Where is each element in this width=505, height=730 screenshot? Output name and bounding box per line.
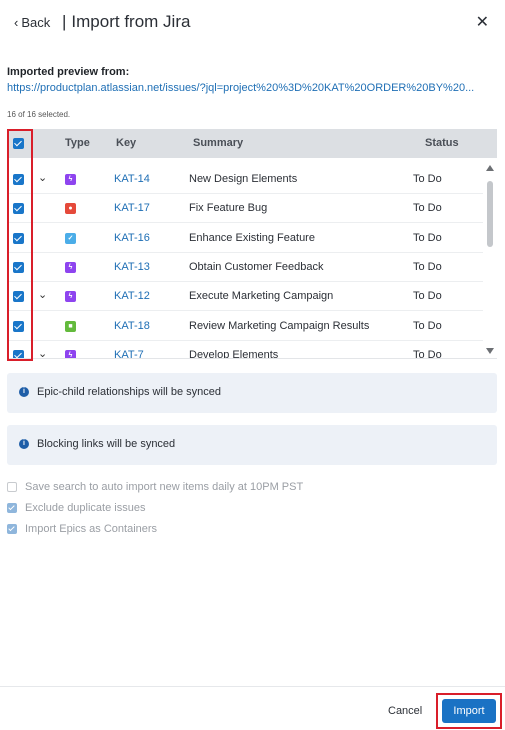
issue-summary: Review Marketing Campaign Results [189, 320, 370, 332]
blocking-info-text: Blocking links will be synced [37, 438, 176, 450]
back-label: Back [21, 15, 51, 30]
blocking-info-banner: i Blocking links will be synced [7, 425, 497, 465]
dialog-title: | Import from Jira [62, 12, 190, 32]
issue-key[interactable]: KAT-12 [114, 290, 150, 302]
title-separator: | [62, 12, 67, 31]
scroll-down-icon[interactable] [486, 348, 494, 354]
story-icon: ■ [65, 321, 76, 332]
epics-as-containers-label: Import Epics as Containers [25, 523, 158, 535]
import-button-highlight: Import [436, 693, 502, 729]
chevron-down-icon[interactable]: ⌄ [38, 171, 47, 184]
epic-icon: ϟ [65, 174, 76, 185]
epic-icon: ϟ [65, 350, 76, 358]
auto-import-label: Save search to auto import new items dai… [25, 481, 304, 493]
table-row[interactable]: ■ KAT-18 Review Marketing Campaign Resul… [7, 311, 483, 341]
issue-key[interactable]: KAT-7 [114, 349, 144, 358]
task-icon: ✓ [65, 233, 76, 244]
bug-icon: ● [65, 203, 76, 214]
auto-import-checkbox[interactable] [7, 482, 17, 492]
header-type: Type [65, 137, 90, 149]
issue-summary: New Design Elements [189, 173, 298, 185]
table-row[interactable]: ϟ KAT-13 Obtain Customer Feedback To Do [7, 252, 483, 282]
issue-summary: Develop Elements [189, 349, 279, 359]
info-icon: i [19, 387, 29, 397]
chevron-down-icon[interactable]: ⌄ [38, 347, 47, 358]
info-icon: i [19, 439, 29, 449]
issue-summary: Fix Feature Bug [189, 202, 268, 214]
option-exclude-duplicates[interactable]: Exclude duplicate issues [7, 502, 145, 514]
option-auto-import[interactable]: Save search to auto import new items dai… [7, 481, 303, 493]
cancel-button[interactable]: Cancel [388, 705, 422, 717]
exclude-duplicates-checkbox[interactable] [7, 503, 17, 513]
dialog-header: ‹ Back | Import from Jira ✕ [0, 0, 505, 46]
issues-table: Type Key Summary Status ⌄ ϟ KAT-14 New D… [7, 129, 497, 359]
checkbox-column-highlight [7, 129, 33, 361]
import-button[interactable]: Import [442, 699, 496, 723]
title-text: Import from Jira [71, 12, 191, 31]
table-header: Type Key Summary Status [7, 129, 497, 158]
selected-count: 16 of 16 selected. [7, 110, 71, 119]
issue-key[interactable]: KAT-14 [114, 173, 150, 185]
issue-key[interactable]: KAT-17 [114, 202, 150, 214]
issue-status: To Do [413, 261, 442, 273]
issue-summary: Obtain Customer Feedback [189, 261, 324, 273]
table-row[interactable]: ✓ KAT-16 Enhance Existing Feature To Do [7, 223, 483, 253]
epic-child-info-text: Epic-child relationships will be synced [37, 386, 222, 398]
issue-summary: Enhance Existing Feature [189, 232, 315, 244]
table-row[interactable]: ⌄ ϟ KAT-14 New Design Elements To Do [7, 164, 483, 194]
preview-url-link[interactable]: https://productplan.atlassian.net/issues… [7, 82, 493, 94]
epics-as-containers-checkbox[interactable] [7, 524, 17, 534]
epic-icon: ϟ [65, 262, 76, 273]
issue-status: To Do [413, 232, 442, 244]
issue-key[interactable]: KAT-18 [114, 320, 150, 332]
issue-summary: Execute Marketing Campaign [189, 290, 334, 302]
close-icon[interactable]: ✕ [476, 12, 489, 32]
header-summary: Summary [193, 137, 244, 149]
preview-label: Imported preview from: [7, 66, 130, 78]
footer-divider [0, 686, 505, 687]
scroll-thumb[interactable] [487, 181, 493, 247]
epic-icon: ϟ [65, 291, 76, 302]
scroll-up-icon[interactable] [486, 165, 494, 171]
issue-status: To Do [413, 349, 442, 359]
issue-status: To Do [413, 173, 442, 185]
issue-key[interactable]: KAT-13 [114, 261, 150, 273]
table-row[interactable]: ⌄ ϟ KAT-12 Execute Marketing Campaign To… [7, 281, 483, 311]
exclude-duplicates-label: Exclude duplicate issues [25, 502, 146, 514]
chevron-left-icon: ‹ [14, 15, 19, 30]
issue-status: To Do [413, 320, 442, 332]
epic-child-info-banner: i Epic-child relationships will be synce… [7, 373, 497, 413]
issue-key[interactable]: KAT-16 [114, 232, 150, 244]
chevron-down-icon[interactable]: ⌄ [38, 288, 47, 301]
table-row[interactable]: ⌄ ϟ KAT-7 Develop Elements To Do [7, 340, 483, 359]
issue-status: To Do [413, 202, 442, 214]
header-status: Status [425, 137, 459, 149]
table-scrollbar[interactable] [483, 158, 497, 358]
header-key: Key [116, 137, 137, 149]
issue-status: To Do [413, 290, 442, 302]
option-epics-as-containers[interactable]: Import Epics as Containers [7, 523, 157, 535]
back-button[interactable]: ‹ Back [14, 15, 50, 30]
table-row[interactable]: ● KAT-17 Fix Feature Bug To Do [7, 193, 483, 223]
